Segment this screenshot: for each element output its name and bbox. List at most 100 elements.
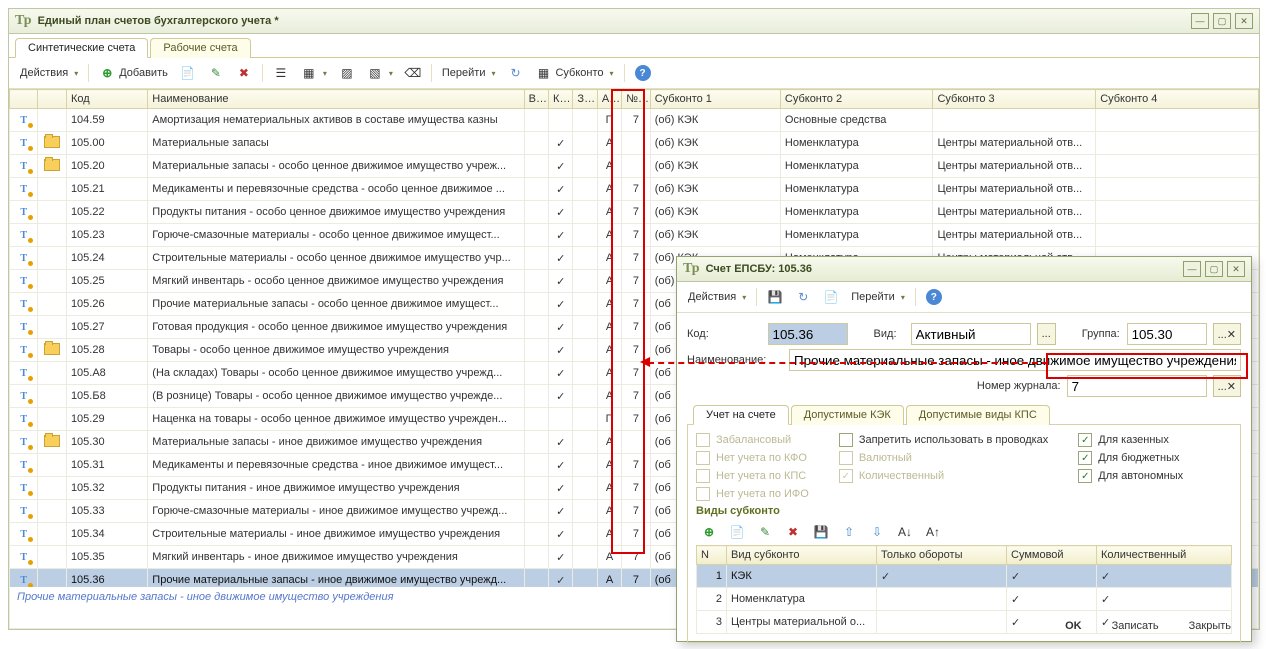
cell-name: (На складах) Товары - особо ценное движи…: [148, 362, 524, 385]
check-icon: [556, 276, 565, 288]
actions-menu[interactable]: Действия: [15, 64, 83, 82]
check-icon: [556, 345, 565, 357]
child-maximize-button[interactable]: ▢: [1205, 261, 1223, 277]
group-input[interactable]: [1127, 323, 1207, 345]
child-minimize-button[interactable]: —: [1183, 261, 1201, 277]
scol-sum[interactable]: Суммовой: [1007, 546, 1097, 565]
col-n[interactable]: №...: [622, 90, 650, 109]
sub-edit-button[interactable]: ✎: [752, 521, 778, 543]
maximize-button[interactable]: ▢: [1213, 13, 1231, 29]
copy-icon: 📄: [729, 524, 745, 540]
copy-button[interactable]: 📄: [175, 62, 201, 84]
cell-code: 105.35: [66, 546, 147, 569]
help-button[interactable]: ?: [630, 62, 656, 84]
col-k[interactable]: К...: [549, 90, 573, 109]
sort-asc-icon: A↓: [897, 524, 913, 540]
kind-input[interactable]: [911, 323, 1031, 345]
subkonto-menu[interactable]: ▦Субконто: [530, 62, 618, 84]
table-row[interactable]: T104.59Амортизация нематериальных активо…: [10, 109, 1259, 132]
refresh-button[interactable]: ↻: [502, 62, 528, 84]
child-save-button[interactable]: 💾: [762, 286, 788, 308]
tab-work[interactable]: Рабочие счета: [150, 38, 250, 58]
child-refresh-button[interactable]: ↻: [790, 286, 816, 308]
table-row[interactable]: T105.00Материальные запасыА(об) КЭКНомен…: [10, 132, 1259, 155]
group-select-button[interactable]: ...✕: [1213, 323, 1241, 345]
scol-qty[interactable]: Количественный: [1097, 546, 1232, 565]
filter-clear-button[interactable]: ⌫: [400, 62, 426, 84]
col-code[interactable]: Код: [66, 90, 147, 109]
check-qty[interactable]: ✓Количественный: [839, 469, 1048, 483]
child-help-button[interactable]: ?: [921, 286, 947, 308]
check-offbalance[interactable]: Забалансовый: [696, 433, 809, 447]
child-close-button[interactable]: ✕: [1227, 261, 1245, 277]
child-goto-menu[interactable]: Перейти: [846, 288, 910, 306]
sub-moveup-button[interactable]: ⇧: [836, 521, 862, 543]
sub-delete-button[interactable]: ✖: [780, 521, 806, 543]
scol-turn[interactable]: Только обороты: [877, 546, 1007, 565]
tab-kek[interactable]: Допустимые КЭК: [791, 405, 904, 425]
check-icon: [556, 184, 565, 196]
check-currency[interactable]: Валютный: [839, 451, 1048, 465]
col-z[interactable]: З...: [573, 90, 597, 109]
check-ifo[interactable]: Нет учета по ИФО: [696, 487, 809, 501]
minimize-button[interactable]: —: [1191, 13, 1209, 29]
col-s1[interactable]: Субконто 1: [650, 90, 780, 109]
col-a[interactable]: А...: [597, 90, 621, 109]
name-input[interactable]: [789, 349, 1241, 371]
child-titlebar[interactable]: Тр Счет ЕПСБУ: 105.36 — ▢ ✕: [677, 257, 1251, 282]
check-forbid[interactable]: Запретить использовать в проводках: [839, 433, 1048, 447]
cell-name: Амортизация нематериальных активов в сос…: [148, 109, 524, 132]
filter3-button[interactable]: ▧: [362, 62, 398, 84]
delete-button[interactable]: ✖: [231, 62, 257, 84]
table-row[interactable]: T105.21Медикаменты и перевязочные средст…: [10, 178, 1259, 201]
tab-kps[interactable]: Допустимые виды КПС: [906, 405, 1050, 425]
close-button[interactable]: Закрыть: [1179, 617, 1241, 635]
table-row[interactable]: T105.22Продукты питания - особо ценное д…: [10, 201, 1259, 224]
kind-select-button[interactable]: ...: [1037, 323, 1056, 345]
scol-kind[interactable]: Вид субконто: [727, 546, 877, 565]
table-row[interactable]: T105.23Горюче-смазочные материалы - особ…: [10, 224, 1259, 247]
code-input[interactable]: [768, 323, 848, 345]
sub-movedown-button[interactable]: ⇩: [864, 521, 890, 543]
child-actions-menu[interactable]: Действия: [683, 288, 751, 306]
main-titlebar[interactable]: Тр Единый план счетов бухгалтерского уче…: [9, 9, 1259, 34]
tab-synthetic[interactable]: Синтетические счета: [15, 38, 148, 58]
col-s2[interactable]: Субконто 2: [780, 90, 933, 109]
col-s4[interactable]: Субконто 4: [1096, 90, 1259, 109]
check-kps[interactable]: Нет учета по КПС: [696, 469, 809, 483]
col-v[interactable]: В...: [524, 90, 548, 109]
filter-clear-icon: ⌫: [405, 65, 421, 81]
check-kaz[interactable]: ✓Для казенных: [1078, 433, 1183, 447]
goto-menu[interactable]: Перейти: [437, 64, 501, 82]
col-name[interactable]: Наименование: [148, 90, 524, 109]
col-s3[interactable]: Субконто 3: [933, 90, 1096, 109]
sub-add-button[interactable]: ⊕: [696, 521, 722, 543]
check-bud[interactable]: ✓Для бюджетных: [1078, 451, 1183, 465]
label-name: Наименование:: [687, 354, 783, 366]
copy-icon: 📄: [823, 289, 839, 305]
table-row[interactable]: 2Номенклатура: [697, 588, 1232, 611]
table-row[interactable]: 1КЭК: [697, 565, 1232, 588]
filter1-button[interactable]: ▦: [296, 62, 332, 84]
scol-n[interactable]: N: [697, 546, 727, 565]
check-kfo[interactable]: Нет учета по КФО: [696, 451, 809, 465]
check-icon: [556, 575, 565, 587]
save-button[interactable]: Записать: [1102, 617, 1169, 635]
edit-button[interactable]: ✎: [203, 62, 229, 84]
table-row[interactable]: T105.20Материальные запасы - особо ценно…: [10, 155, 1259, 178]
close-button[interactable]: ✕: [1235, 13, 1253, 29]
journal-select-button[interactable]: ...✕: [1213, 375, 1241, 397]
child-copy-button[interactable]: 📄: [818, 286, 844, 308]
journal-input[interactable]: [1067, 375, 1207, 397]
sub-copy-button[interactable]: 📄: [724, 521, 750, 543]
sub-save-button[interactable]: 💾: [808, 521, 834, 543]
sub-sortdesc-button[interactable]: A↑: [920, 521, 946, 543]
ok-button[interactable]: OK: [1055, 617, 1092, 635]
check-aut[interactable]: ✓Для автономных: [1078, 469, 1183, 483]
check-icon: [556, 529, 565, 541]
add-button[interactable]: ⊕Добавить: [94, 62, 173, 84]
tree-toggle-button[interactable]: ☰: [268, 62, 294, 84]
sub-sortasc-button[interactable]: A↓: [892, 521, 918, 543]
tab-accounting[interactable]: Учет на счете: [693, 405, 789, 425]
filter2-button[interactable]: ▨: [334, 62, 360, 84]
